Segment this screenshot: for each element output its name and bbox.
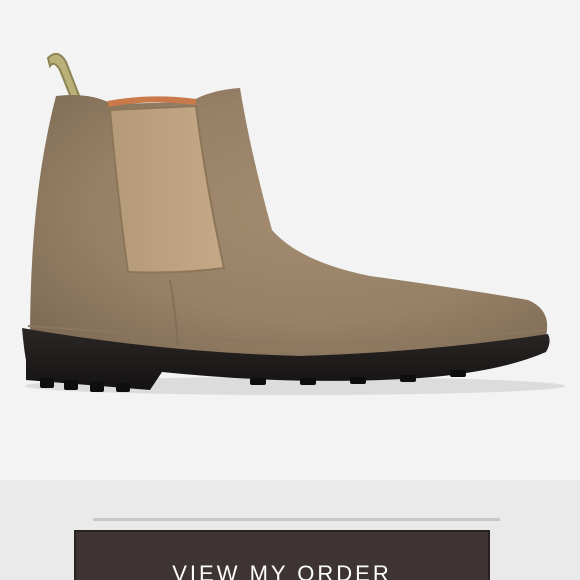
pull-tab — [46, 52, 82, 102]
divider — [93, 518, 500, 521]
view-my-order-label: VIEW MY ORDER — [172, 561, 392, 580]
boot-upper — [30, 88, 548, 358]
chelsea-boot-image — [22, 52, 565, 395]
view-my-order-button[interactable]: VIEW MY ORDER — [74, 530, 490, 580]
product-image — [0, 0, 580, 480]
order-confirmation-page: VIEW MY ORDER — [0, 0, 580, 580]
